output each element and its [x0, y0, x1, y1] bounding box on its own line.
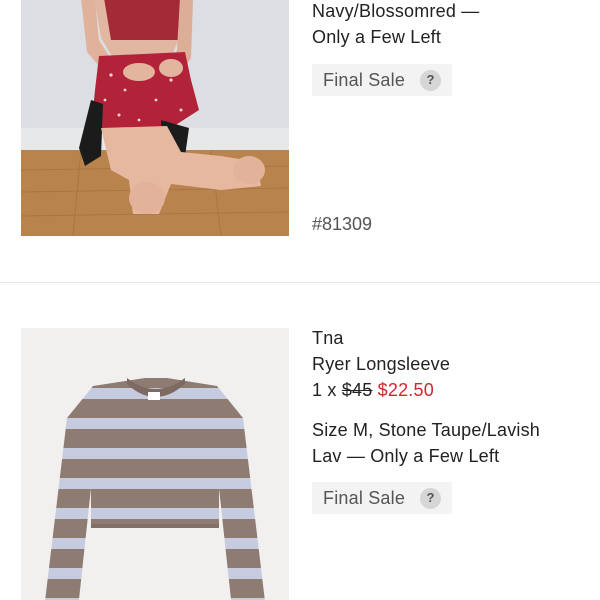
product-name[interactable]: Ryer Longsleeve	[312, 351, 592, 377]
final-sale-badge[interactable]: Final Sale ?	[312, 64, 453, 96]
quantity-prefix: 1 x	[312, 380, 342, 400]
product-image[interactable]	[21, 0, 289, 236]
stock-status: Lav — Only a Few Left	[312, 446, 500, 466]
variant-description: Size M, Stone Taupe/Lavish	[312, 420, 541, 440]
product-brand: Tna	[312, 328, 344, 348]
variant-description: Navy/Blossomred —	[312, 1, 480, 21]
product-sku: #81309	[312, 214, 373, 234]
product-photo-model	[21, 0, 289, 236]
product-image[interactable]	[21, 328, 289, 600]
original-price: $45	[341, 380, 373, 400]
final-sale-label: Final Sale	[323, 70, 406, 90]
cart-item: Tna Ryer Longsleeve 1 x $45 $22.50 Size …	[0, 328, 600, 600]
stock-status: Only a Few Left	[312, 27, 442, 47]
help-icon[interactable]: ?	[420, 69, 442, 91]
cart-item-info: Navy/Blossomred — Only a Few Left Final …	[312, 0, 592, 96]
price-line: 1 x $45 $22.50	[312, 377, 592, 403]
final-sale-label: Final Sale	[323, 488, 406, 508]
final-sale-badge[interactable]: Final Sale ?	[312, 482, 453, 514]
item-divider	[0, 282, 600, 283]
cart-item-info: Tna Ryer Longsleeve 1 x $45 $22.50 Size …	[312, 325, 592, 514]
sale-price: $22.50	[377, 380, 434, 400]
cart-item: Navy/Blossomred — Only a Few Left Final …	[0, 0, 600, 282]
product-photo-longsleeve	[21, 328, 289, 600]
cart-items-page: Navy/Blossomred — Only a Few Left Final …	[0, 0, 600, 600]
help-icon[interactable]: ?	[420, 487, 442, 509]
